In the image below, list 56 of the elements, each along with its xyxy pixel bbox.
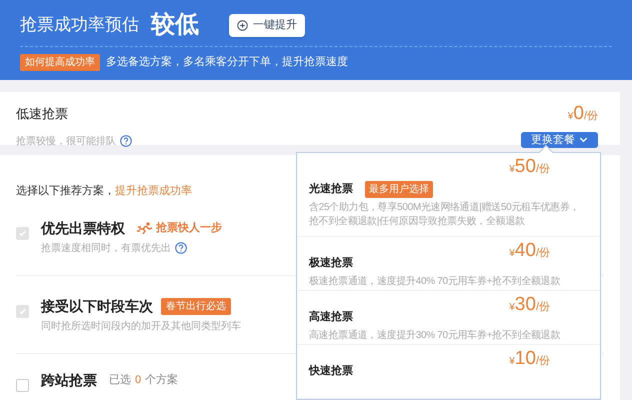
selection-label: 已选 (109, 372, 131, 388)
checkbox[interactable] (16, 378, 29, 392)
checkbox[interactable] (16, 304, 29, 318)
currency-sign: ¥ (568, 110, 574, 124)
popular-tag: 最多用户选择 (365, 181, 433, 198)
recommend-intro: 选择以下推荐方案， (16, 184, 115, 199)
option-title: 跨站抢票 (41, 370, 97, 390)
tip-text: 多选备选方案，多名乘客分开下单，提升抢票速度 (106, 54, 348, 70)
price-amount: 50 (514, 157, 536, 176)
header-title: 抢票成功率预估 (20, 14, 139, 36)
selection-count: 0 (135, 372, 142, 388)
plan-option-description: 极速抢票通道，速度提升40% 70元用车券+抢不到全额退款 (309, 274, 562, 288)
badge-text: 抢票快人一步 (156, 220, 222, 236)
plan-option-description: 含25个助力包，尊享500M光速网络通道|赠送50元租车优惠券，抢不到全额退款|任何原因导致抢票失败，全额退款 (309, 201, 580, 229)
help-icon[interactable] (175, 242, 187, 254)
price-unit: /份 (536, 354, 550, 369)
price-unit: /份 (536, 162, 550, 177)
plan-option-description: 高速抢票通道，速度提升30% 70元用车券+抢不到全额退款 (309, 328, 562, 342)
price-amount: 0 (573, 104, 584, 123)
plan-option[interactable]: ¥50/份 光速抢票 最多用户选择 含25个助力包，尊享500M光速网络通道|赠送50元租车优惠券，抢不到全额退款|任何原因导致抢票失败，全额退款 (297, 153, 600, 237)
rating-text: 较低 (151, 10, 199, 40)
price-unit: /份 (584, 109, 598, 124)
price-amount: 30 (514, 295, 536, 314)
runner-icon (137, 222, 153, 234)
price-unit: /份 (536, 300, 550, 315)
boost-button[interactable]: 一键提升 (229, 14, 305, 36)
caret-down-icon (579, 135, 588, 144)
checkmark-icon (18, 228, 27, 238)
plan-option[interactable]: ¥30/份 高速抢票 高速抢票通道，速度提升30% 70元用车券+抢不到全额退款 (297, 291, 600, 345)
checkmark-icon (18, 306, 27, 316)
plan-option-name: 光速抢票 (309, 182, 353, 198)
price-amount: 10 (514, 349, 536, 368)
selection-label: 个方案 (145, 372, 178, 388)
plan-option-name: 高速抢票 (309, 310, 353, 325)
plan-option-name: 快速抢票 (309, 364, 353, 379)
help-icon[interactable] (120, 135, 132, 147)
currency-sign: ¥ (509, 163, 515, 177)
plan-option-name: 极速抢票 (309, 256, 353, 271)
currency-sign: ¥ (509, 301, 515, 315)
option-title: 优先出票特权 (41, 218, 125, 238)
promo-tag: 春节出行必选 (161, 298, 231, 314)
tip-tag: 如何提高成功率 (20, 54, 100, 71)
checkbox[interactable] (16, 226, 29, 240)
plus-circle-icon (237, 20, 248, 30)
option-description: 抢票速度相同时，有票优先出 (41, 242, 171, 256)
plan-option[interactable]: ¥10/份 快速抢票 (297, 345, 600, 399)
currency-sign: ¥ (509, 247, 515, 261)
change-plan-button[interactable]: 更换套餐 (521, 132, 598, 148)
plan-name: 低速抢票 (16, 105, 69, 123)
option-description: 同时抢所选时间段内的加开及其他同类型列车 (41, 320, 241, 334)
plan-option[interactable]: ¥40/份 极速抢票 极速抢票通道，速度提升40% 70元用车券+抢不到全额退款 (297, 237, 600, 291)
plan-note: 抢票较慢，很可能排队 (16, 134, 116, 148)
price-unit: /份 (536, 246, 550, 261)
currency-sign: ¥ (509, 355, 515, 369)
option-title: 接受以下时段车次 (41, 296, 153, 316)
price-amount: 40 (514, 241, 536, 260)
